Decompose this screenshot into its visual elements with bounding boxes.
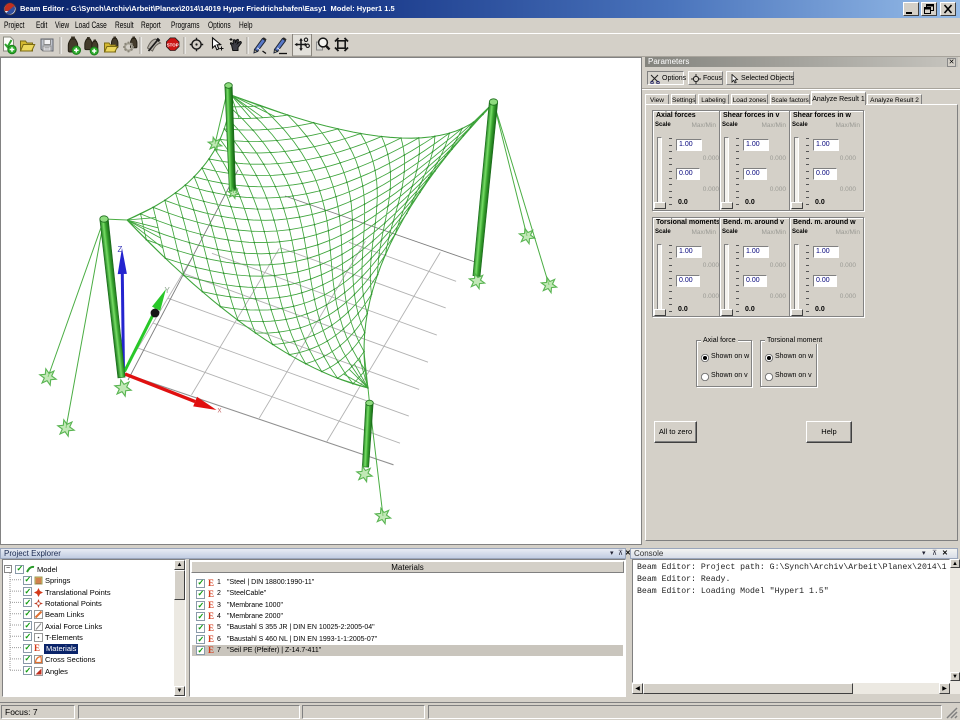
- svg-text:STOP: STOP: [167, 42, 179, 47]
- svg-text:Y: Y: [165, 286, 171, 295]
- svg-text:Z: Z: [118, 245, 123, 254]
- svg-text:x: x: [218, 406, 222, 415]
